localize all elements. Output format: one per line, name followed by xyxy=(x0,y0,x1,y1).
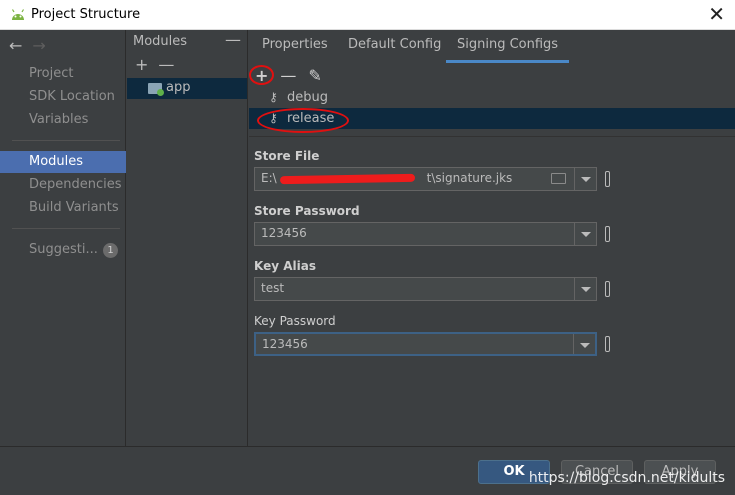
title-bar: Project Structure ✕ xyxy=(0,0,735,30)
tab-default-config[interactable]: Default Config xyxy=(348,37,441,52)
window-title: Project Structure xyxy=(31,7,141,22)
chevron-down-icon[interactable] xyxy=(574,168,596,190)
android-icon xyxy=(11,9,25,20)
tab-properties[interactable]: Properties xyxy=(262,37,328,52)
nav-item-dependencies[interactable]: Dependencies xyxy=(0,174,126,196)
field-toggle[interactable] xyxy=(605,336,610,352)
config-item-label: debug xyxy=(287,90,328,105)
nav-arrows: ← → xyxy=(9,36,56,55)
nav-item-modules[interactable]: Modules xyxy=(0,151,126,173)
tab-signing-configs[interactable]: Signing Configs xyxy=(445,37,570,63)
nav-item-suggestions[interactable]: Suggesti... 1 xyxy=(0,239,126,261)
collapse-icon[interactable]: — xyxy=(225,30,241,49)
watermark-text: https://blog.csdn.net/kidults xyxy=(528,470,725,486)
field-toggle[interactable] xyxy=(605,171,610,187)
main-panel: Properties Default Config Signing Config… xyxy=(249,30,735,446)
key-icon: ⚷ xyxy=(269,90,278,104)
key-alias-field[interactable]: test xyxy=(254,277,597,301)
nav-item-project[interactable]: Project xyxy=(0,63,126,85)
annotation-circle-add xyxy=(249,65,274,85)
modules-header: Modules xyxy=(133,34,188,49)
annotation-circle-release xyxy=(257,108,349,133)
module-item-app[interactable]: app xyxy=(127,78,247,99)
field-toggle[interactable] xyxy=(605,226,610,242)
forward-arrow-icon[interactable]: → xyxy=(32,36,45,55)
add-module-icon[interactable]: + xyxy=(135,55,148,74)
module-item-label: app xyxy=(166,80,191,95)
chevron-down-icon[interactable] xyxy=(573,334,595,354)
module-folder-icon xyxy=(148,83,164,96)
modules-toolbar: + — xyxy=(135,55,184,74)
nav-item-variables[interactable]: Variables xyxy=(0,109,126,131)
store-file-label: Store File xyxy=(254,149,320,163)
divider xyxy=(249,136,735,137)
nav-item-suggestions-label: Suggesti... xyxy=(29,242,98,257)
chevron-down-icon[interactable] xyxy=(574,223,596,245)
key-alias-value: test xyxy=(261,281,285,295)
left-nav: ← → Project SDK Location Variables Module… xyxy=(0,30,126,446)
store-file-field[interactable]: E:\ t\signature.jks xyxy=(254,167,597,191)
nav-divider xyxy=(12,140,120,141)
nav-divider xyxy=(12,228,120,229)
key-alias-label: Key Alias xyxy=(254,259,316,273)
key-password-field[interactable]: 123456 xyxy=(254,332,597,356)
edit-config-icon[interactable]: ✎ xyxy=(308,66,321,85)
chevron-down-icon[interactable] xyxy=(574,278,596,300)
store-password-value: 123456 xyxy=(261,226,307,240)
suggestions-count-badge: 1 xyxy=(103,243,118,258)
remove-module-icon[interactable]: — xyxy=(158,55,174,74)
modules-panel: Modules — + — app xyxy=(127,30,248,446)
key-password-value: 123456 xyxy=(262,337,308,351)
remove-config-icon[interactable]: — xyxy=(280,66,296,85)
key-password-label: Key Password xyxy=(254,314,336,328)
dialog-footer: OK Cancel Apply https://blog.csdn.net/ki… xyxy=(0,446,735,495)
back-arrow-icon[interactable]: ← xyxy=(9,36,22,55)
folder-icon[interactable] xyxy=(551,173,566,184)
store-password-label: Store Password xyxy=(254,204,360,218)
store-password-field[interactable]: 123456 xyxy=(254,222,597,246)
nav-item-build-variants[interactable]: Build Variants xyxy=(0,197,126,219)
field-toggle[interactable] xyxy=(605,281,610,297)
nav-item-sdk-location[interactable]: SDK Location xyxy=(0,86,126,108)
tab-bar: Properties Default Config Signing Config… xyxy=(249,30,735,63)
config-item-debug[interactable]: ⚷ debug xyxy=(249,87,735,108)
close-icon[interactable]: ✕ xyxy=(708,3,725,25)
